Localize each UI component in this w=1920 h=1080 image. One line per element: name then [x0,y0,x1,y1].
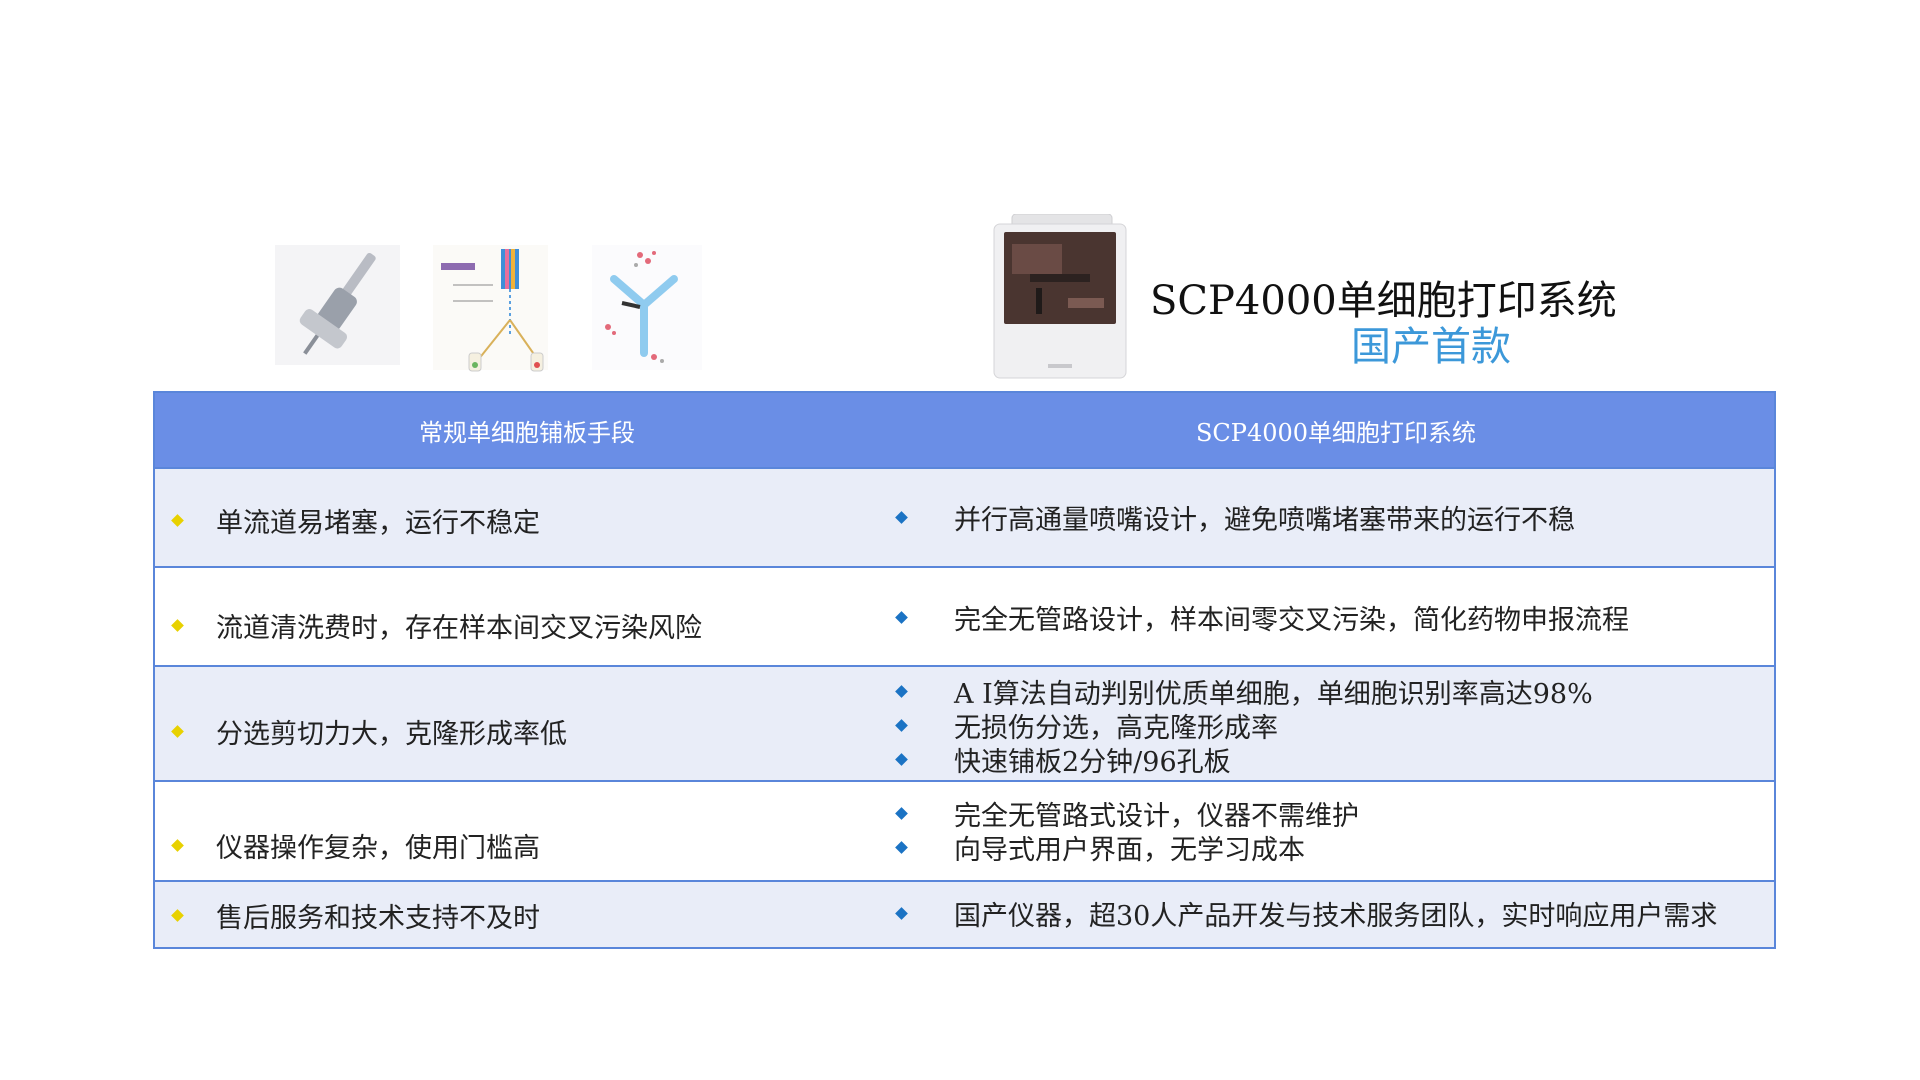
comparison-table: 常规单细胞铺板手段 SCP4000单细胞打印系统 单流道易堵塞，运行不稳定 并行… [153,391,1776,949]
diamond-bullet-icon [171,909,184,922]
diamond-bullet-icon [895,840,908,854]
conventional-item-text: 仪器操作复杂，使用门槛高 [216,833,540,864]
scp4000-items: 国产仪器，超30人产品开发与技术服务团队，实时响应用户需求 [895,896,1718,932]
scp4000-item-text: 完全无管路设计，样本间零交叉污染，简化药物申报流程 [954,604,1629,636]
diamond-bullet-icon [895,752,908,766]
scp4000-item-text: 国产仪器，超30人产品开发与技术服务团队，实时响应用户需求 [954,900,1718,932]
diamond-bullet-icon [171,514,184,527]
pipette-icon [275,245,400,365]
column-header-scp4000: SCP4000单细胞打印系统 [1195,418,1477,447]
table-row: 仪器操作复杂，使用门槛高 完全无管路式设计，仪器不需维护 向导式用户界面，无学习… [155,782,1774,882]
diamond-bullet-icon [895,806,908,820]
scp4000-item: 快速铺板2分钟/96孔板 [895,742,1593,778]
diamond-bullet-icon [895,906,908,920]
diamond-bullet-icon [895,684,908,698]
scp4000-item: 并行高通量喷嘴设计，避免喷嘴堵塞带来的运行不稳 [895,500,1575,536]
diamond-bullet-icon [895,610,908,624]
diamond-bullet-icon [171,619,184,632]
diamond-bullet-icon [171,839,184,852]
diamond-bullet-icon [171,725,184,738]
scp4000-item: 无损伤分选，高克隆形成率 [895,708,1593,744]
scp4000-items: 并行高通量喷嘴设计，避免喷嘴堵塞带来的运行不稳 [895,500,1575,536]
conventional-item: 仪器操作复杂，使用门槛高 [171,826,540,865]
scp4000-device-image [993,214,1127,379]
column-header-conventional: 常规单细胞铺板手段 [419,418,635,447]
table-row: 分选剪切力大，克隆形成率低 A I算法自动判别优质单细胞，单细胞识别率高达98%… [155,667,1774,782]
table-header: 常规单细胞铺板手段 SCP4000单细胞打印系统 [155,393,1774,469]
scp4000-item: A I算法自动判别优质单细胞，单细胞识别率高达98% [895,674,1593,710]
scp4000-item-text: 向导式用户界面，无学习成本 [954,834,1305,866]
conventional-item-text: 售后服务和技术支持不及时 [216,903,540,934]
scp4000-item: 完全无管路设计，样本间零交叉污染，简化药物申报流程 [895,600,1629,636]
scp4000-item-text: 快速铺板2分钟/96孔板 [954,746,1231,778]
flow-sorter-diagram-icon [433,245,548,372]
diamond-bullet-icon [895,718,908,732]
diamond-bullet-icon [895,510,908,524]
scp4000-items: A I算法自动判别优质单细胞，单细胞识别率高达98% 无损伤分选，高克隆形成率 … [895,674,1593,778]
table-row: 流道清洗费时，存在样本间交叉污染风险 完全无管路设计，样本间零交叉污染，简化药物… [155,568,1774,667]
scp4000-items: 完全无管路设计，样本间零交叉污染，简化药物申报流程 [895,600,1629,636]
slide: SCP4000单细胞打印系统 国产首款 常规单细胞铺板手段 SCP4000单细胞… [0,0,1920,1080]
conventional-item: 流道清洗费时，存在样本间交叉污染风险 [171,606,702,645]
conventional-item-text: 单流道易堵塞，运行不稳定 [216,508,540,539]
scp4000-items: 完全无管路式设计，仪器不需维护 向导式用户界面，无学习成本 [895,796,1359,866]
conventional-item-text: 分选剪切力大，克隆形成率低 [216,719,567,750]
product-subtitle: 国产首款 [1351,324,1511,370]
scp4000-item-text: 并行高通量喷嘴设计，避免喷嘴堵塞带来的运行不稳 [954,504,1575,536]
conventional-item-text: 流道清洗费时，存在样本间交叉污染风险 [216,613,702,644]
conventional-item: 单流道易堵塞，运行不稳定 [171,501,540,540]
table-row: 单流道易堵塞，运行不稳定 并行高通量喷嘴设计，避免喷嘴堵塞带来的运行不稳 [155,469,1774,568]
table-row: 售后服务和技术支持不及时 国产仪器，超30人产品开发与技术服务团队，实时响应用户… [155,882,1774,947]
scp4000-item: 国产仪器，超30人产品开发与技术服务团队，实时响应用户需求 [895,896,1718,932]
conventional-item: 售后服务和技术支持不及时 [171,896,540,935]
antibody-cells-icon [592,245,702,370]
scp4000-item: 完全无管路式设计，仪器不需维护 [895,796,1359,832]
scp4000-item: 向导式用户界面，无学习成本 [895,830,1359,866]
conventional-item: 分选剪切力大，克隆形成率低 [171,712,567,751]
